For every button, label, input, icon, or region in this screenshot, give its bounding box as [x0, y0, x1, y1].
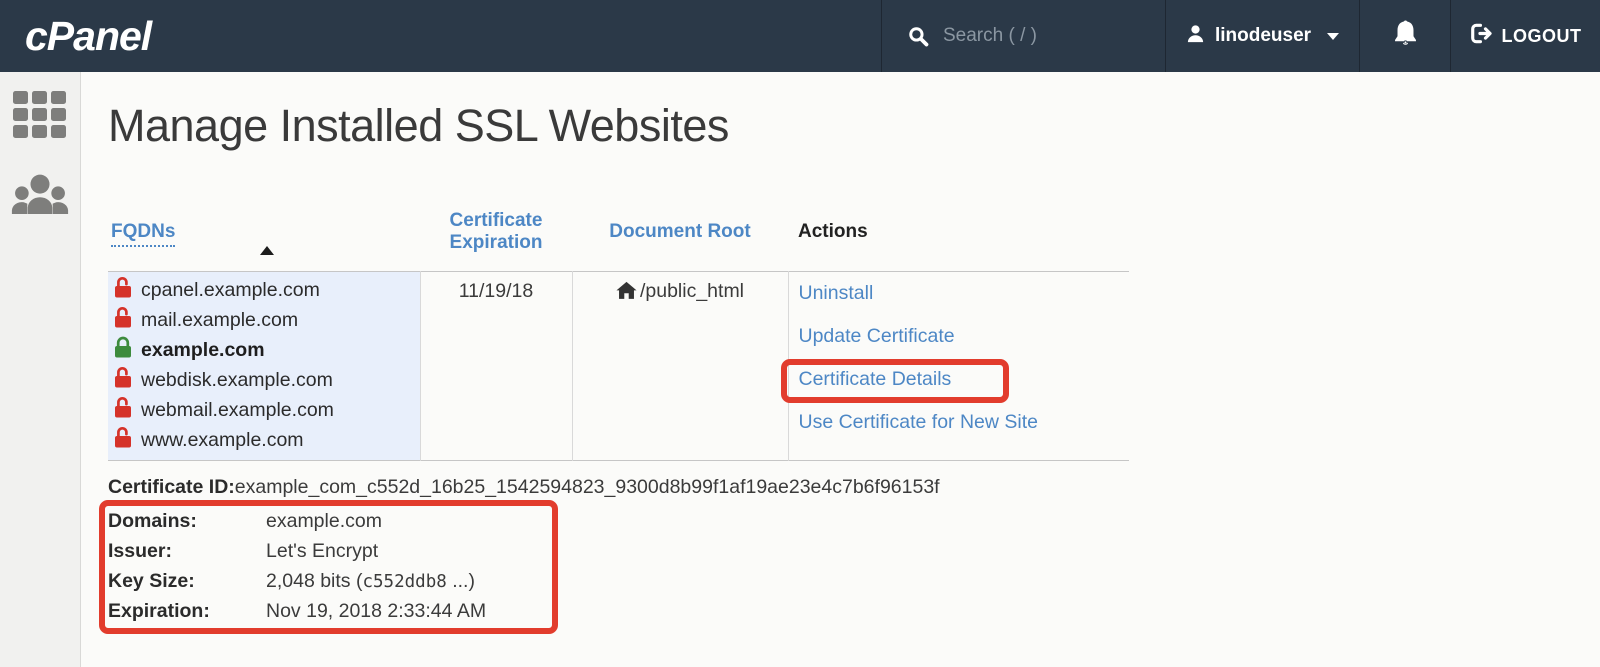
sidebar-item-user-manager[interactable] — [12, 172, 68, 222]
column-header-fqdns[interactable]: FQDNs — [111, 221, 175, 247]
action-update-certificate[interactable]: Update Certificate — [799, 323, 955, 349]
fqdn-item-primary: example.com — [113, 336, 412, 366]
navbar-right: linodeuser LOGOUT — [881, 0, 1600, 72]
action-certificate-details[interactable]: Certificate Details — [799, 366, 952, 392]
user-icon — [1186, 24, 1205, 49]
fqdn-item: cpanel.example.com — [113, 276, 412, 306]
sort-ascending-icon — [260, 246, 274, 255]
certificate-id-value: example_com_c552d_16b25_1542594823_9300d… — [235, 476, 940, 498]
column-header-document-root[interactable]: Document Root — [609, 221, 750, 242]
certificate-id-line: Certificate ID:example_com_c552d_16b25_1… — [108, 473, 1600, 502]
document-root-cell: /public_html — [572, 271, 788, 460]
green-closed-lock-icon — [113, 336, 133, 365]
username-label: linodeuser — [1215, 25, 1311, 47]
actions-cell: Uninstall Update Certificate Certificate… — [788, 271, 1129, 460]
notifications-button[interactable] — [1359, 0, 1450, 72]
action-use-certificate-new-site[interactable]: Use Certificate for New Site — [799, 409, 1039, 435]
user-group-icon — [11, 174, 69, 221]
main-content: Manage Installed SSL Websites FQDNs Cert… — [81, 72, 1600, 667]
red-open-lock-icon — [113, 396, 133, 425]
cpanel-logo[interactable]: cPanel — [25, 0, 151, 72]
column-header-actions: Actions — [788, 194, 1129, 271]
certificate-id-label: Certificate ID: — [108, 476, 235, 498]
logout-label: LOGOUT — [1502, 26, 1582, 47]
red-open-lock-icon — [113, 426, 133, 455]
fqdn-item: webmail.example.com — [113, 396, 412, 426]
grid-icon — [13, 91, 67, 144]
detail-row-key-size: Key Size: 2,048 bits (c552ddb8 ...) — [108, 567, 546, 597]
logout-button[interactable]: LOGOUT — [1450, 0, 1600, 72]
app-body: Manage Installed SSL Websites FQDNs Cert… — [0, 72, 1600, 667]
sidebar — [0, 72, 81, 667]
certificate-expiration-cell: 11/19/18 — [420, 271, 572, 460]
fqdns-cell: cpanel.example.com mail.example.com exam… — [108, 271, 420, 460]
fqdn-item: mail.example.com — [113, 306, 412, 336]
top-navbar: cPanel linodeuser — [0, 0, 1600, 72]
search-icon — [908, 26, 929, 47]
document-root-path: /public_html — [640, 280, 744, 302]
detail-row-expiration: Expiration: Nov 19, 2018 2:33:44 AM — [108, 597, 546, 627]
red-open-lock-icon — [113, 306, 133, 335]
sidebar-item-home[interactable] — [12, 92, 68, 142]
fqdn-item: www.example.com — [113, 426, 412, 456]
table-row: cpanel.example.com mail.example.com exam… — [108, 271, 1129, 460]
certificate-summary: Domains: example.com Issuer: Let's Encry… — [108, 507, 546, 627]
red-open-lock-icon — [113, 276, 133, 305]
ssl-websites-table: FQDNs Certificate Expiration Document Ro… — [108, 194, 1129, 461]
logout-icon — [1470, 23, 1493, 49]
detail-row-domains: Domains: example.com — [108, 507, 546, 537]
user-menu-button[interactable]: linodeuser — [1165, 0, 1359, 72]
action-uninstall[interactable]: Uninstall — [799, 280, 874, 306]
fqdn-item: webdisk.example.com — [113, 366, 412, 396]
page-title: Manage Installed SSL Websites — [108, 94, 1600, 158]
search-input[interactable] — [943, 25, 1153, 47]
bell-icon — [1393, 20, 1418, 52]
search-section — [881, 0, 1165, 72]
red-open-lock-icon — [113, 366, 133, 395]
table-header-row: FQDNs Certificate Expiration Document Ro… — [108, 194, 1129, 271]
home-icon — [616, 280, 640, 302]
column-header-certificate-expiration[interactable]: Certificate Expiration — [450, 210, 543, 253]
caret-down-icon — [1327, 33, 1339, 40]
detail-row-issuer: Issuer: Let's Encrypt — [108, 537, 546, 567]
